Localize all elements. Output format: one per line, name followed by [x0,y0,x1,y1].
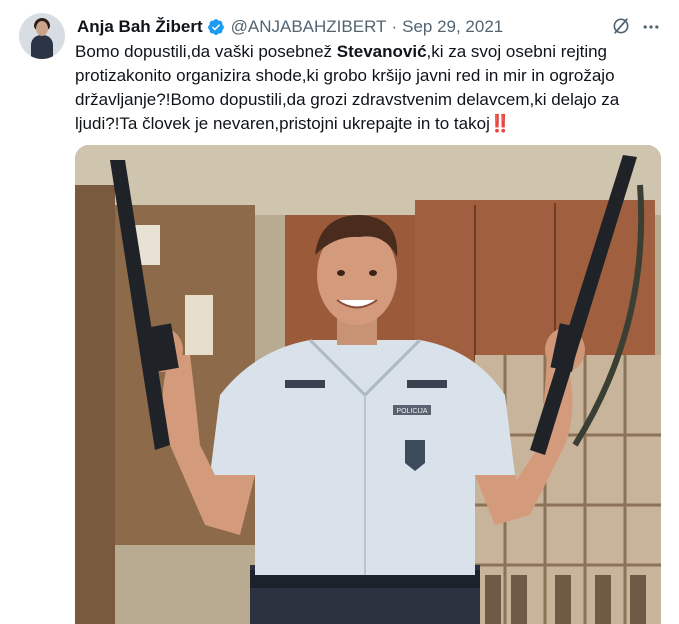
photo-left-shelf [75,185,115,624]
photo-uniform-shirt [210,340,515,575]
tweet-text-mention: Stevanović [336,42,427,61]
photo-eye [369,270,377,276]
photo-epaulette [285,380,325,388]
photo-pinned-paper [185,295,213,355]
tweet-photo[interactable]: POLICIJA [75,145,661,624]
header-separator: · [391,17,398,36]
author-name[interactable]: Anja Bah Žibert [77,17,203,37]
tweet-text: Bomo dopustili,da vaški posebnež Stevano… [75,40,665,136]
tweet-date[interactable]: Sep 29, 2021 [402,17,503,37]
photo-badge-text: POLICIJA [396,408,427,415]
photo-eye [337,270,345,276]
double-exclamation-icon: ‼️ [489,114,511,133]
photo-cabinet [415,200,655,365]
tweet-header: Anja Bah Žibert @ANJABAHZIBERT · Sep 29,… [77,16,503,38]
avatar-figure-head [36,21,48,36]
photo-scene: POLICIJA [75,145,661,624]
author-avatar[interactable] [19,13,65,59]
tweet-text-part1: Bomo dopustili,da vaški posebnež [75,42,337,61]
verified-badge-icon [207,19,224,35]
author-handle[interactable]: @ANJABAHZIBERT [231,17,387,37]
more-icon[interactable] [641,17,661,37]
grok-icon[interactable] [611,16,631,36]
photo-epaulette [407,380,447,388]
avatar-figure-body [31,35,53,59]
